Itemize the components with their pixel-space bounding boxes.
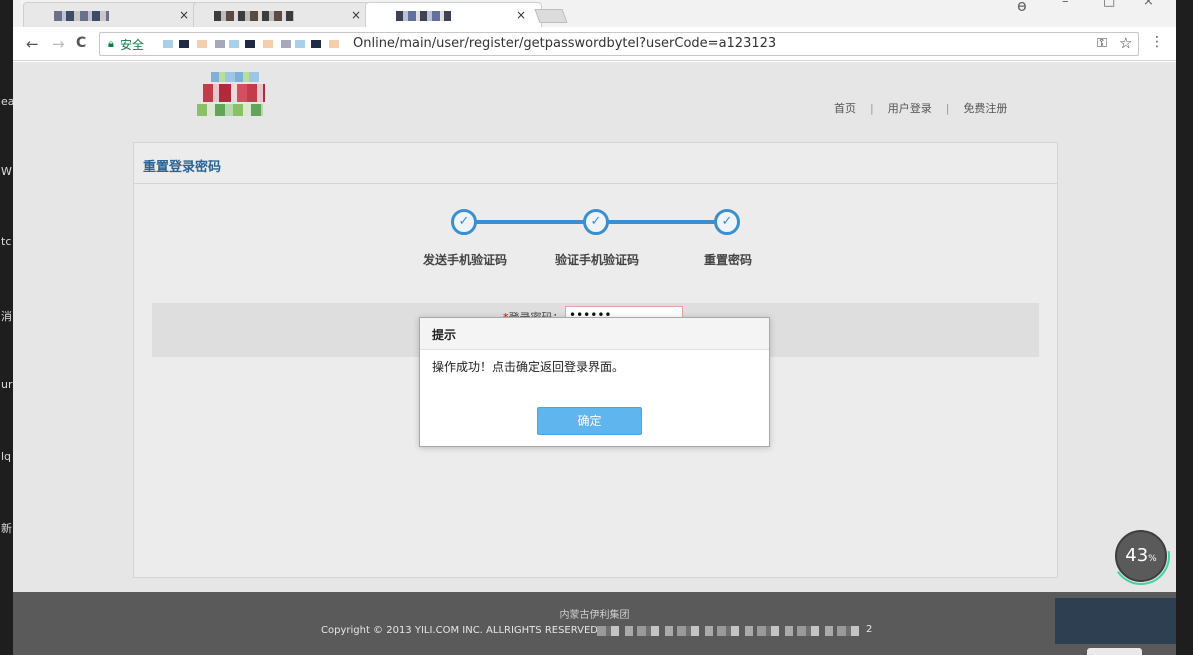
nav-register[interactable]: 免费注册: [963, 102, 1007, 115]
alert-dialog: 提示 操作成功！点击确定返回登录界面。 确定: [419, 317, 770, 447]
blurred-tab-title: [396, 11, 451, 21]
close-tab-icon[interactable]: ×: [179, 8, 189, 22]
close-tab-icon[interactable]: ×: [516, 8, 526, 22]
step-label-send-code: 发送手机验证码: [422, 253, 507, 267]
address-bar[interactable]: 🔒︎ 安全 Online/main/user/register/getpassw…: [99, 32, 1139, 56]
speed-badge[interactable]: 43%: [1115, 530, 1167, 582]
progress-steps: ✓ ✓ ✓ 发送手机验证码 验证手机验证码 重置密码: [134, 143, 1059, 283]
footer-copyright: Copyright © 2013 YILI.COM INC. ALLRIGHTS…: [321, 625, 599, 636]
new-tab-button[interactable]: [534, 9, 568, 23]
check-circle-icon: ✓: [451, 209, 477, 235]
address-toolbar: ← → C 🔒︎ 安全 Online/main/user/register/ge…: [13, 27, 1176, 61]
nav-separator: |: [870, 102, 874, 115]
desktop-edge: ea Wtc 消 ur lq 新: [0, 0, 15, 655]
dialog-message: 操作成功！点击确定返回登录界面。: [432, 360, 625, 374]
secure-label: 安全: [120, 38, 145, 52]
reload-icon[interactable]: C: [76, 35, 86, 51]
check-circle-icon: ✓: [714, 209, 740, 235]
site-logo: [195, 70, 270, 120]
forward-arrow-icon[interactable]: →: [52, 35, 65, 53]
maximize-icon[interactable]: □: [1103, 0, 1115, 9]
profile-icon[interactable]: ɵ: [1017, 0, 1027, 15]
top-nav: 首页 | 用户登录 | 免费注册: [826, 100, 1015, 116]
footer-tail: 2: [866, 624, 873, 635]
blurred-tab-title: [54, 11, 109, 21]
minimize-icon[interactable]: –: [1062, 0, 1069, 9]
step-label-verify-code: 验证手机验证码: [554, 253, 639, 267]
blurred-tab-title: [214, 11, 294, 21]
lock-icon: 🔒︎: [108, 37, 114, 50]
key-icon[interactable]: ⚿: [1097, 36, 1107, 51]
url-text: Online/main/user/register/getpasswordbyt…: [353, 36, 777, 51]
close-window-icon[interactable]: ×: [1143, 0, 1154, 9]
browser-window: × × × ɵ – □ × ← → C 🔒︎ 安全 Online/main/us…: [13, 0, 1176, 655]
browser-tab-2[interactable]: ×: [193, 2, 370, 27]
check-circle-icon: ✓: [583, 209, 609, 235]
site-footer: 内蒙古伊利集团 Copyright © 2013 YILI.COM INC. A…: [13, 592, 1176, 655]
close-tab-icon[interactable]: ×: [351, 8, 361, 22]
step-connector: [475, 220, 591, 224]
confirm-button[interactable]: 确定: [537, 407, 642, 435]
step-connector: [607, 220, 723, 224]
step-label-reset-password: 重置密码: [703, 253, 752, 267]
bookmark-star-icon[interactable]: ☆: [1119, 34, 1132, 52]
tab-strip: × × × ɵ – □ ×: [13, 0, 1176, 27]
desktop-edge-right: [1176, 0, 1193, 655]
floating-widget-tab[interactable]: [1087, 648, 1142, 655]
dialog-title: 提示: [420, 318, 769, 350]
page-body: 首页 | 用户登录 | 免费注册 重置登录密码 ✓ ✓ ✓ 发送手机验证码 验证手机验证…: [13, 62, 1176, 592]
nav-home[interactable]: 首页: [834, 102, 856, 115]
blurred-footer-text: [597, 626, 862, 636]
back-arrow-icon[interactable]: ←: [26, 35, 39, 53]
floating-widget[interactable]: [1055, 598, 1176, 644]
footer-company: 内蒙古伊利集团: [559, 610, 630, 621]
blurred-url-host: [163, 40, 341, 48]
browser-menu-icon[interactable]: ⋮: [1150, 34, 1164, 50]
nav-separator: |: [945, 102, 950, 115]
nav-login[interactable]: 用户登录: [888, 102, 932, 115]
browser-tab-1[interactable]: ×: [23, 2, 200, 27]
browser-tab-active[interactable]: ×: [365, 2, 542, 27]
